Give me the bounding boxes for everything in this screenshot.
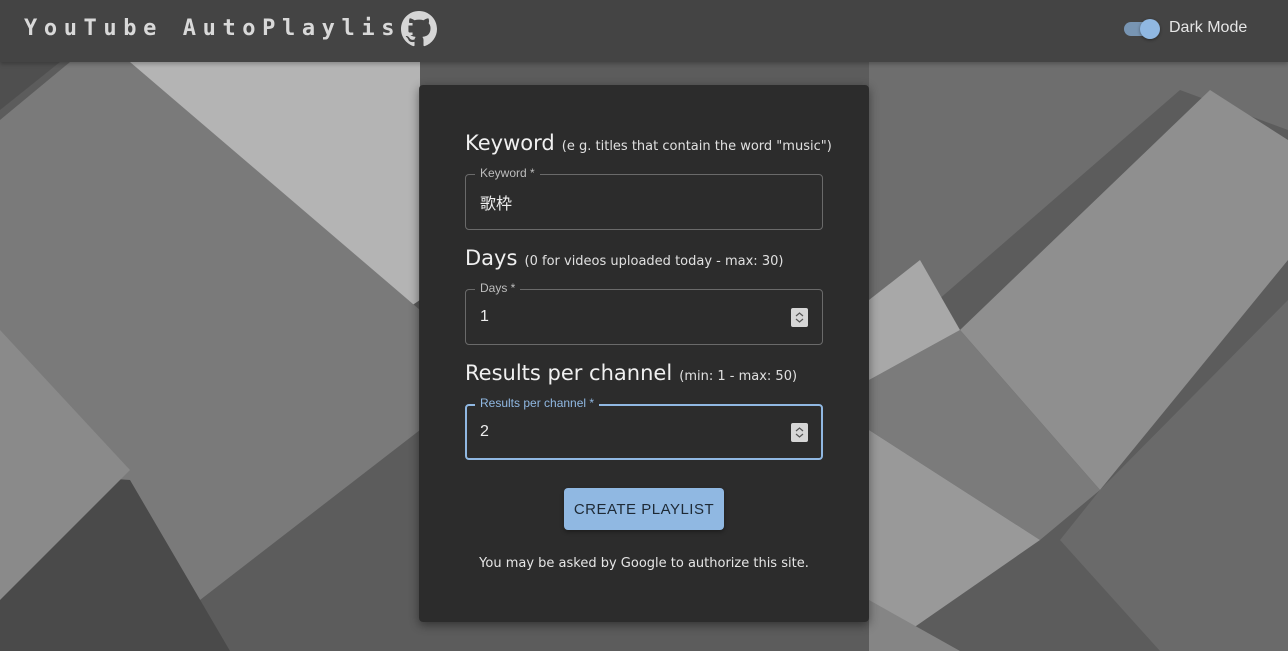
results-heading: Results per channel (min: 1 - max: 50) (465, 361, 797, 385)
keyword-heading-title: Keyword (465, 131, 555, 155)
keyword-field-label: Keyword * (475, 166, 540, 180)
stepper-arrows-icon (795, 312, 804, 323)
days-input[interactable] (480, 304, 780, 330)
keyword-input[interactable] (480, 189, 780, 215)
app-bar: YouTube AutoPlaylist Dark Mode (0, 0, 1288, 62)
days-hint: (0 for videos uploaded today - max: 30) (524, 254, 784, 269)
days-stepper[interactable] (791, 308, 808, 327)
keyword-hint: (e g. titles that contain the word "musi… (561, 139, 832, 154)
authorization-note: You may be asked by Google to authorize … (479, 556, 809, 571)
results-per-channel-field[interactable]: Results per channel * (465, 396, 823, 460)
playlist-form-card: Keyword (e g. titles that contain the wo… (419, 85, 869, 622)
stepper-arrows-icon (795, 427, 804, 438)
dark-mode-toggle[interactable] (1122, 18, 1162, 42)
days-field[interactable]: Days * (465, 281, 823, 345)
github-icon[interactable] (401, 11, 437, 47)
create-playlist-button[interactable]: CREATE PLAYLIST (564, 488, 724, 530)
keyword-field[interactable]: Keyword * (465, 166, 823, 230)
results-heading-title: Results per channel (465, 361, 673, 385)
toggle-thumb[interactable] (1140, 19, 1160, 39)
results-hint: (min: 1 - max: 50) (679, 369, 798, 384)
days-heading: Days (0 for videos uploaded today - max:… (465, 246, 783, 270)
keyword-heading: Keyword (e g. titles that contain the wo… (465, 131, 832, 155)
app-title: YouTube AutoPlaylist (24, 16, 421, 41)
results-per-channel-input[interactable] (480, 419, 780, 445)
days-heading-title: Days (465, 246, 518, 270)
days-field-label: Days * (475, 281, 521, 295)
results-field-label: Results per channel * (475, 396, 600, 410)
results-stepper[interactable] (791, 423, 808, 442)
dark-mode-label: Dark Mode (1169, 19, 1248, 36)
